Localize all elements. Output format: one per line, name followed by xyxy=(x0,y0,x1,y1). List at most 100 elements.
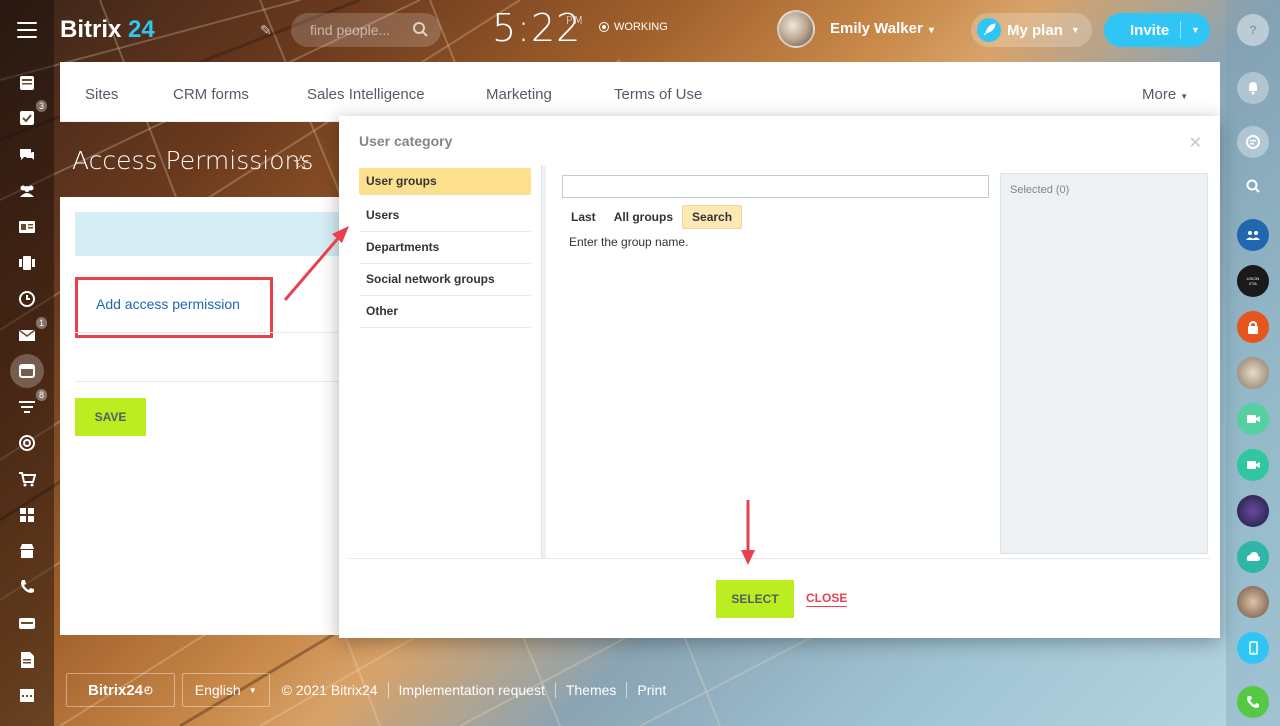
clock-icon[interactable] xyxy=(17,289,37,309)
close-icon[interactable]: ✕ xyxy=(1189,133,1202,153)
invite-button[interactable]: Invite ▼ xyxy=(1104,13,1210,47)
group-chat-icon[interactable] xyxy=(1237,219,1269,251)
selected-panel: Selected (0) xyxy=(1000,173,1208,554)
nav-item-sites[interactable]: Sites xyxy=(85,86,118,103)
nav-item-crm-forms[interactable]: CRM forms xyxy=(173,86,249,103)
svg-text:?: ? xyxy=(1249,23,1256,37)
phone-icon[interactable] xyxy=(17,577,37,597)
help-icon[interactable]: ? xyxy=(1237,14,1269,46)
drive-icon[interactable] xyxy=(17,253,37,273)
apps-icon[interactable] xyxy=(17,505,37,525)
target-icon[interactable] xyxy=(17,433,37,453)
chevron-down-icon: ▼ xyxy=(248,685,257,695)
video-call-icon[interactable] xyxy=(1237,403,1269,435)
user-avatar[interactable] xyxy=(777,10,815,48)
tasks-icon[interactable]: 3 xyxy=(17,100,47,128)
my-plan-label: My plan xyxy=(1007,21,1063,39)
panel-divider[interactable] xyxy=(541,165,546,558)
footer-logo[interactable]: Bitrix24 ◴ xyxy=(66,673,175,707)
news-feed-icon[interactable] xyxy=(17,73,37,93)
mail-badge: 1 xyxy=(35,317,47,329)
rocket-icon xyxy=(977,18,1001,42)
cloud-icon[interactable] xyxy=(1237,541,1269,573)
messenger-icon[interactable] xyxy=(1237,126,1269,158)
tasks-badge: 3 xyxy=(35,100,47,112)
chat-icon[interactable] xyxy=(17,145,37,165)
mobile-app-icon[interactable] xyxy=(1237,632,1269,664)
logo-text: Bitrix xyxy=(60,16,122,43)
tab-all-groups[interactable]: All groups xyxy=(605,206,682,228)
clock-time: 5:22 xyxy=(492,6,582,50)
close-button[interactable]: CLOSE xyxy=(806,591,848,607)
category-users[interactable]: Users xyxy=(359,200,531,232)
clock-small-icon: ◴ xyxy=(144,684,153,696)
work-status-label: WORKING xyxy=(614,21,668,33)
divider xyxy=(75,332,350,333)
group-avatar-icon[interactable] xyxy=(1237,495,1269,527)
group-search-input[interactable] xyxy=(562,175,989,198)
copyright: © 2021 Bitrix24 xyxy=(281,682,378,698)
category-social-network-groups[interactable]: Social network groups xyxy=(359,264,531,296)
add-access-permission-link[interactable]: Add access permission xyxy=(96,296,240,312)
calendar-icon[interactable] xyxy=(17,685,37,705)
user-avatar-icon[interactable] xyxy=(1237,357,1269,389)
chevron-down-icon: ▾ xyxy=(928,25,934,36)
contact-avatar-icon[interactable] xyxy=(1237,586,1269,618)
store-icon[interactable] xyxy=(17,541,37,561)
edit-pencil-icon[interactable]: ✎ xyxy=(260,22,272,39)
group-hint: Enter the group name. xyxy=(569,235,689,249)
search-placeholder: find people... xyxy=(310,22,391,38)
select-button[interactable]: SELECT xyxy=(716,580,794,618)
footer-logo-text: Bitrix24 xyxy=(88,681,144,699)
selected-label: Selected (0) xyxy=(1010,184,1070,196)
telephony-icon[interactable] xyxy=(1237,686,1269,718)
mail-icon[interactable]: 1 xyxy=(17,317,47,345)
bitrix-logo[interactable]: Bitrix 24 xyxy=(60,16,155,44)
footer-separator xyxy=(387,682,389,698)
category-departments[interactable]: Departments xyxy=(359,232,531,264)
footer-link-print[interactable]: Print xyxy=(637,682,666,698)
search-icon[interactable] xyxy=(1237,170,1269,202)
search-input[interactable]: find people... xyxy=(291,13,441,47)
nav-more[interactable]: More ▼ xyxy=(1142,86,1188,103)
menu-icon[interactable] xyxy=(17,22,37,38)
cart-icon[interactable] xyxy=(17,469,37,489)
my-plan-button[interactable]: My plan ▼ xyxy=(971,13,1092,47)
magnifier-icon xyxy=(413,22,428,37)
svg-text:ETA: ETA xyxy=(1249,281,1257,286)
status-dot-icon xyxy=(599,22,609,32)
logo-number: 24 xyxy=(128,16,155,43)
contact-card-icon[interactable] xyxy=(17,217,37,237)
notifications-icon[interactable] xyxy=(1237,72,1269,104)
tab-last[interactable]: Last xyxy=(562,206,605,228)
clock-display[interactable]: 5:22 PM xyxy=(492,6,583,50)
table-header xyxy=(75,212,355,256)
work-status[interactable]: WORKING xyxy=(599,21,668,33)
footer-link-themes[interactable]: Themes xyxy=(566,682,617,698)
permissions-panel: Add access permission SAVE xyxy=(60,197,355,635)
footer-link-implementation[interactable]: Implementation request xyxy=(399,682,545,698)
category-other[interactable]: Other xyxy=(359,296,531,328)
employees-icon[interactable] xyxy=(17,181,37,201)
sites-icon[interactable] xyxy=(10,354,44,388)
fusion-avatar[interactable]: USION ETA xyxy=(1237,265,1269,297)
language-select[interactable]: English ▼ xyxy=(181,673,270,707)
nav-item-terms-of-use[interactable]: Terms of Use xyxy=(614,86,702,103)
inbox-icon[interactable] xyxy=(17,613,37,633)
star-icon[interactable]: ☆ xyxy=(292,150,310,175)
document-icon[interactable] xyxy=(17,650,37,670)
user-menu[interactable]: Emily Walker ▾ xyxy=(830,20,934,37)
tab-search[interactable]: Search xyxy=(682,205,743,229)
page-title: Access Permissions xyxy=(72,146,314,175)
chevron-down-icon[interactable]: ▼ xyxy=(1191,25,1200,35)
lock-icon[interactable] xyxy=(1237,311,1269,343)
video-conference-icon[interactable] xyxy=(1237,449,1269,481)
footer-separator xyxy=(626,682,628,698)
category-list: User groups Users Departments Social net… xyxy=(359,168,531,328)
left-sidebar: 3 1 8 xyxy=(0,0,54,726)
save-button[interactable]: SAVE xyxy=(75,398,146,436)
nav-item-sales-intelligence[interactable]: Sales Intelligence xyxy=(307,86,425,103)
category-user-groups[interactable]: User groups xyxy=(359,168,531,195)
nav-item-marketing[interactable]: Marketing xyxy=(486,86,552,103)
filter-icon[interactable]: 8 xyxy=(17,389,47,417)
